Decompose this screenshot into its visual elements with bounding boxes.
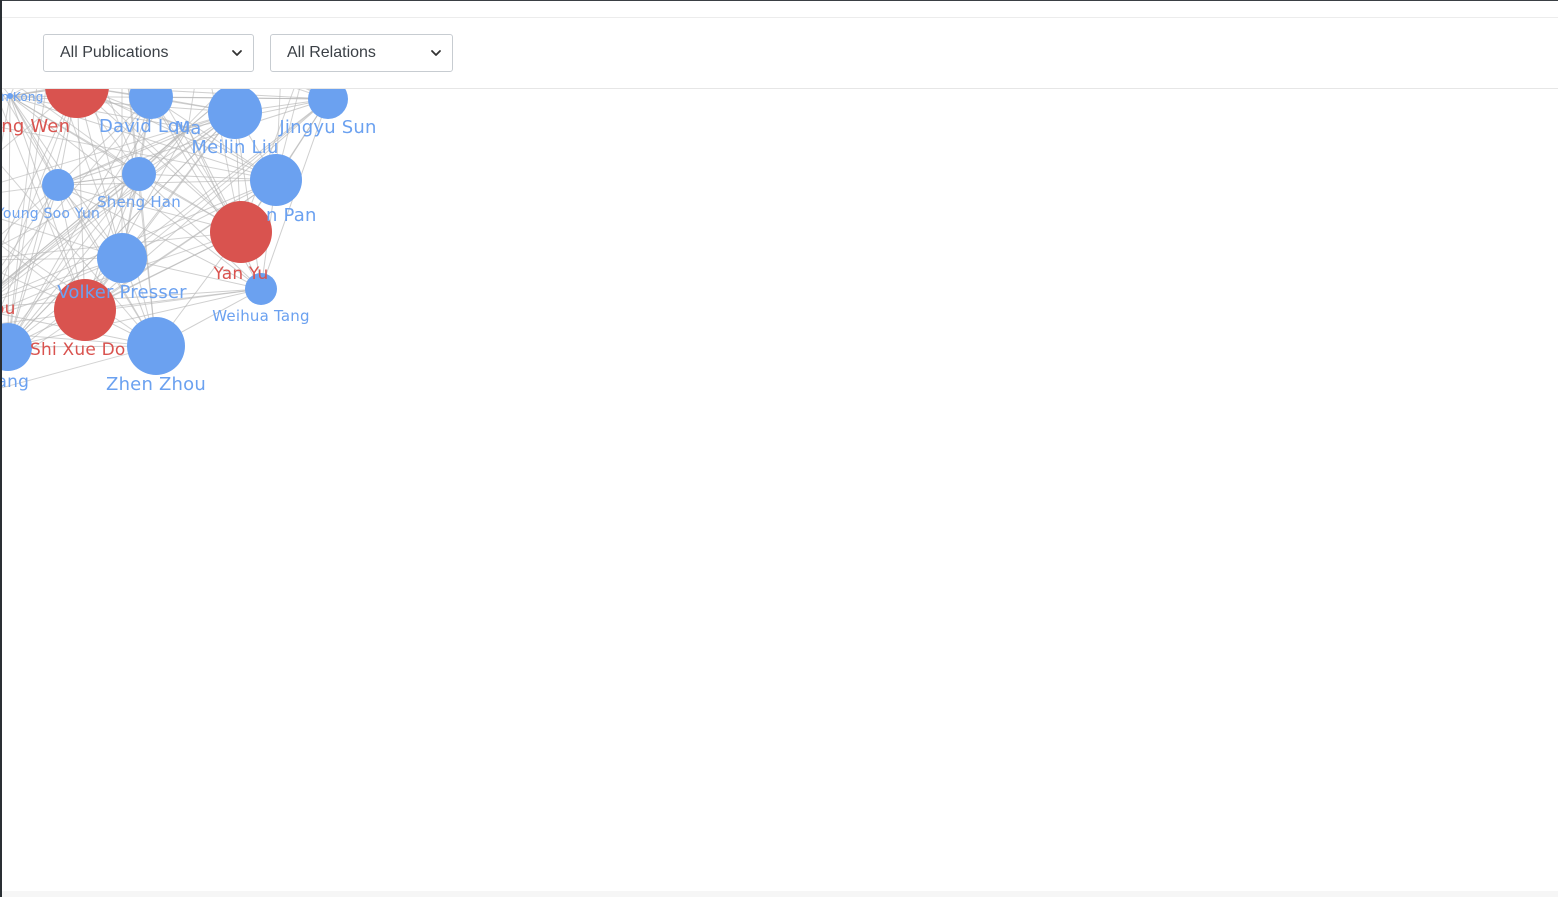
publications-filter-value: All Publications (60, 44, 169, 61)
node-sheng[interactable] (122, 157, 156, 191)
node-wen[interactable] (45, 89, 109, 118)
node-soo[interactable] (42, 169, 74, 201)
node-yanyu[interactable] (210, 201, 272, 263)
node-label-shixue: Shi Xue Do (30, 340, 125, 360)
node-david[interactable] (129, 89, 173, 119)
node-jingyu[interactable] (308, 89, 348, 119)
coauthor-network-graph[interactable]: ain Kongong WenDavid LouMaMeilin LiuJing… (2, 89, 1558, 891)
chevron-down-icon (430, 47, 442, 59)
node-label-weihua: Weihua Tang (212, 307, 309, 325)
node-label-ma: Ma (175, 118, 202, 139)
network-svg[interactable]: ain Kongong WenDavid LouMaMeilin LiuJing… (2, 89, 1558, 891)
node-label-ou: ou (2, 299, 16, 319)
node-label-jingyu: Jingyu Sun (278, 117, 376, 138)
node-label-wen: ong Wen (2, 116, 70, 137)
node-label-volker: Volker Presser (57, 282, 187, 303)
node-label-yanyu: Yan Yu (212, 264, 268, 284)
relations-filter-value: All Relations (287, 44, 376, 61)
chevron-down-icon (231, 47, 243, 59)
publications-filter-select[interactable]: All Publications (43, 34, 254, 72)
node-label-soo: Young Soo Yun (2, 206, 100, 222)
label-layer: ain Kongong WenDavid LouMaMeilin LiuJing… (2, 90, 376, 395)
node-label-meilin: Meilin Liu (191, 137, 278, 158)
node-pang[interactable] (2, 323, 32, 371)
node-label-kong: ain Kong (2, 90, 44, 104)
filter-toolbar: All Publications All Relations (2, 18, 1558, 89)
node-zhen[interactable] (127, 317, 185, 375)
app-frame: All Publications All Relations ain Kong o… (0, 0, 1558, 897)
node-label-zhen: Zhen Zhou (106, 374, 206, 395)
node-label-pang: Pang (2, 372, 29, 392)
node-label-sheng: Sheng Han (97, 193, 181, 211)
node-label-pan: n Pan (266, 205, 317, 226)
top-strip (2, 1, 1558, 18)
node-volker[interactable] (97, 233, 147, 283)
node-pan[interactable] (250, 154, 302, 206)
relations-filter-select[interactable]: All Relations (270, 34, 453, 72)
window-left-border (0, 0, 2, 897)
bottom-strip (2, 891, 1558, 897)
